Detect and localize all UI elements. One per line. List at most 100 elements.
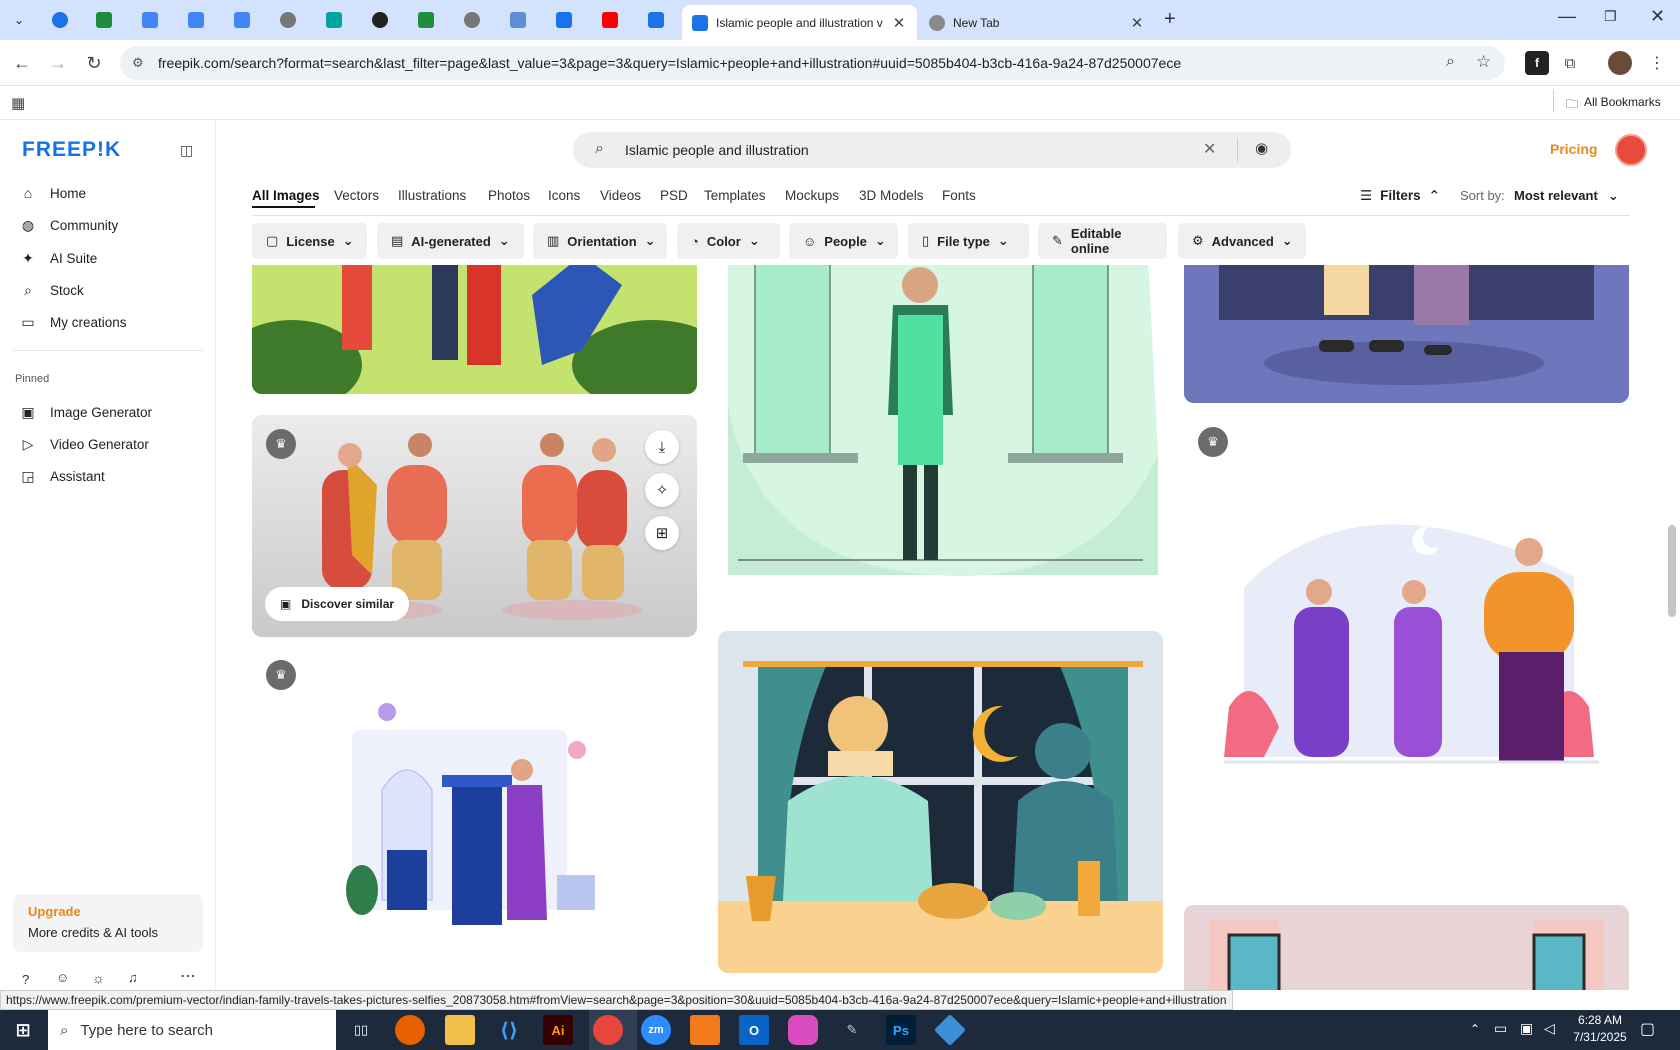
sidebar-item-stock[interactable]: ⌕ Stock [20,276,84,304]
pen-tool-icon[interactable]: ✎ [837,1015,867,1045]
back-icon[interactable]: ← [10,51,34,75]
sidebar-item-ai-suite[interactable]: ✦ AI Suite [20,244,97,272]
tab-illustrations[interactable]: Illustrations [398,188,466,203]
zoom-app-icon[interactable]: zm [641,1015,671,1045]
tab-search-button[interactable]: ⌄ [9,10,29,30]
tab-fonts[interactable]: Fonts [942,188,976,203]
download-icon[interactable]: ⤓ [645,430,679,464]
save-to-collection-icon[interactable]: ⊞ [645,516,679,550]
creative-cloud-icon[interactable] [788,1015,818,1045]
vscode-icon[interactable]: ⟨⟩ [494,1015,524,1045]
search-input[interactable]: Islamic people and illustration [625,142,809,158]
pinned-tab-docs-1[interactable] [140,10,160,30]
help-icon[interactable]: ? [22,972,29,987]
result-card[interactable] [1184,265,1629,403]
pinned-tab-sheets-2[interactable] [416,10,436,30]
theme-sun-icon[interactable]: ☼ [92,970,105,986]
illustrator-icon[interactable]: Ai [543,1015,573,1045]
new-tab-plus-icon[interactable]: + [1164,8,1176,31]
more-icon[interactable]: ⋯ [180,966,196,986]
result-card[interactable] [718,631,1163,973]
pinned-tab-docs-2[interactable] [186,10,206,30]
pinned-tab-forms[interactable] [554,10,574,30]
restore-icon[interactable]: ❐ [1604,8,1617,25]
scrollbar-thumb[interactable] [1668,525,1676,617]
search-bar[interactable]: ⌕ Islamic people and illustration ✕ ◉ [573,132,1291,168]
taskbar-search-box[interactable]: ⌕ Type here to search [48,1010,336,1050]
filter-people[interactable]: ☺ People ⌄ [789,223,898,259]
pinned-tab-1[interactable] [50,10,70,30]
pinned-tab-sheets[interactable] [94,10,114,30]
app-blue-diamond-icon[interactable] [934,1014,966,1046]
tray-network-icon[interactable]: ▭ [1494,1020,1507,1037]
result-card[interactable]: ♛ [252,650,697,990]
reload-icon[interactable]: ↻ [82,51,106,75]
pinned-tab-grid[interactable] [508,10,528,30]
site-info-icon[interactable]: ⚙ [132,55,144,71]
apps-grid-icon[interactable]: ▦ [11,94,25,112]
tab-new-tab[interactable]: New Tab ✕ [919,5,1155,40]
pricing-link[interactable]: Pricing [1550,141,1597,157]
user-avatar[interactable] [1615,134,1647,166]
freepik-logo[interactable]: FREEP!K [22,138,121,162]
windows-start-icon[interactable]: ⊞ [8,1015,38,1045]
camera-search-icon[interactable]: ◉ [1255,139,1268,157]
pinned-tab-youtube[interactable] [600,10,620,30]
sidebar-item-video-generator[interactable]: ▷ Video Generator [20,430,149,458]
result-card[interactable] [718,265,1163,595]
result-card[interactable]: ♛ [1184,427,1629,817]
chrome-icon[interactable] [593,1015,623,1045]
close-tab-icon[interactable]: ✕ [891,14,907,32]
zoom-icon[interactable]: ⌕ [1446,53,1455,71]
sort-dropdown[interactable]: Most relevant ⌄ [1514,188,1619,204]
tab-all-images[interactable]: All Images [252,188,320,203]
bookmark-star-icon[interactable]: ☆ [1476,52,1491,72]
task-view-icon[interactable]: ▯▯ [346,1015,376,1045]
tab-3d-models[interactable]: 3D Models [859,188,924,203]
extensions-puzzle-icon[interactable]: ⧉ [1558,51,1582,75]
firefox-icon[interactable] [395,1015,425,1045]
tray-chevron-icon[interactable]: ⌃ [1470,1022,1480,1036]
close-tab-icon[interactable]: ✕ [1129,14,1145,32]
tab-videos[interactable]: Videos [600,188,641,203]
address-bar[interactable]: ⚙ freepik.com/search?format=search&last_… [120,46,1505,80]
app-orange-icon[interactable] [690,1015,720,1045]
tab-mockups[interactable]: Mockups [785,188,839,203]
filter-ai-generated[interactable]: ▤ AI-generated ⌄ [377,223,524,259]
filter-editable-online[interactable]: ✎ Editable online [1038,223,1167,259]
pinned-tab-docs-3[interactable] [232,10,252,30]
tab-icons[interactable]: Icons [548,188,580,203]
discover-similar-button[interactable]: ▣ Discover similar [265,587,410,621]
filter-color[interactable]: ◔ Color ⌄ [677,223,780,259]
file-explorer-icon[interactable] [445,1015,475,1045]
discord-icon[interactable]: ☺ [56,970,69,985]
sidebar-item-community[interactable]: ◍ Community [20,211,118,239]
tab-photos[interactable]: Photos [488,188,530,203]
pinned-tab-globe-1[interactable] [278,10,298,30]
tray-display-icon[interactable]: ▣ [1520,1020,1533,1037]
notification-center-icon[interactable]: ▢ [1640,1019,1655,1039]
clear-search-icon[interactable]: ✕ [1203,139,1216,159]
tab-psd[interactable]: PSD [660,188,688,203]
photoshop-icon[interactable]: Ps [886,1015,916,1045]
all-bookmarks[interactable]: 🗀 All Bookmarks [1566,95,1661,116]
tab-templates[interactable]: Templates [704,188,766,203]
result-card-hovered[interactable]: ♛ ⤓ ✧ ⊞ ▣ Discover similar [252,415,697,637]
sidebar-item-home[interactable]: ⌂ Home [20,179,86,207]
sidebar-item-my-creations[interactable]: ▭ My creations [20,308,126,336]
taskbar-clock[interactable]: 6:28 AM 7/31/2025 [1570,1013,1630,1044]
menu-kebab-icon[interactable]: ⋮ [1645,51,1669,75]
notifications-bell-icon[interactable]: ♫ [128,970,138,985]
forward-icon[interactable]: → [46,51,70,75]
sidebar-item-assistant[interactable]: ◲ Assistant [20,462,104,490]
collapse-sidebar-icon[interactable]: ◫ [180,142,193,159]
upgrade-card[interactable]: Upgrade More credits & AI tools [13,894,203,952]
result-card[interactable] [252,265,697,394]
tab-freepik[interactable]: Islamic people and illustration v ✕ [682,5,917,40]
ai-edit-sparkle-icon[interactable]: ✧ [645,473,679,507]
pinned-tab-globe-2[interactable] [462,10,482,30]
pinned-tab-forms-2[interactable] [646,10,666,30]
minimize-icon[interactable]: — [1558,6,1576,27]
result-card[interactable] [1184,905,1629,990]
tab-vectors[interactable]: Vectors [334,188,379,203]
